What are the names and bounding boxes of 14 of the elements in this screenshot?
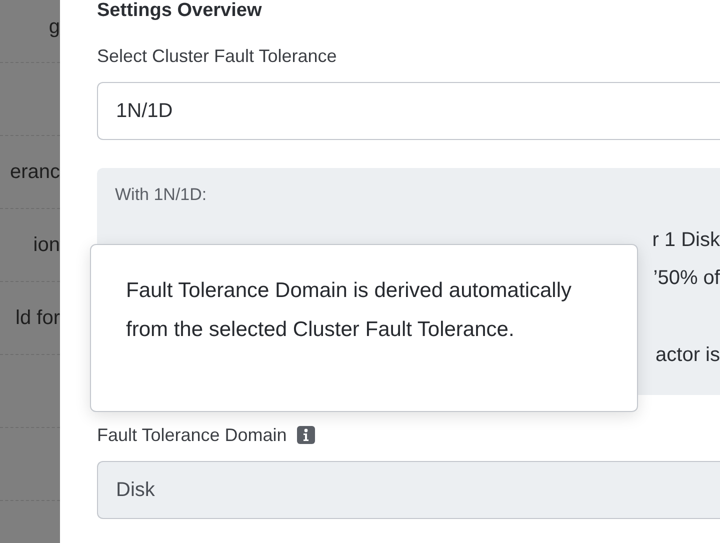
- info-text: ’50% of: [653, 267, 720, 290]
- section-heading: Settings Overview: [97, 0, 263, 22]
- select-field[interactable]: 1N/1D: [97, 82, 720, 140]
- info-title: With 1N/1D:: [115, 185, 208, 206]
- info-text: actor is: [656, 344, 720, 368]
- sidebar-item[interactable]: eranc: [10, 160, 60, 184]
- tooltip-text: Fault Tolerance Domain is derived automatically from the selected Cluster Fault Tolerance.: [126, 278, 572, 342]
- field-label: Fault Tolerance Domain: [97, 424, 287, 446]
- sidebar-item[interactable]: ld for: [16, 306, 60, 330]
- sidebar-item[interactable]: g: [48, 16, 60, 39]
- field-label: Select Cluster Fault Tolerance: [97, 46, 337, 66]
- sidebar-item[interactable]: ion: [33, 234, 60, 256]
- info-text: r 1 Disk: [652, 228, 720, 252]
- info-icon[interactable]: [296, 426, 315, 444]
